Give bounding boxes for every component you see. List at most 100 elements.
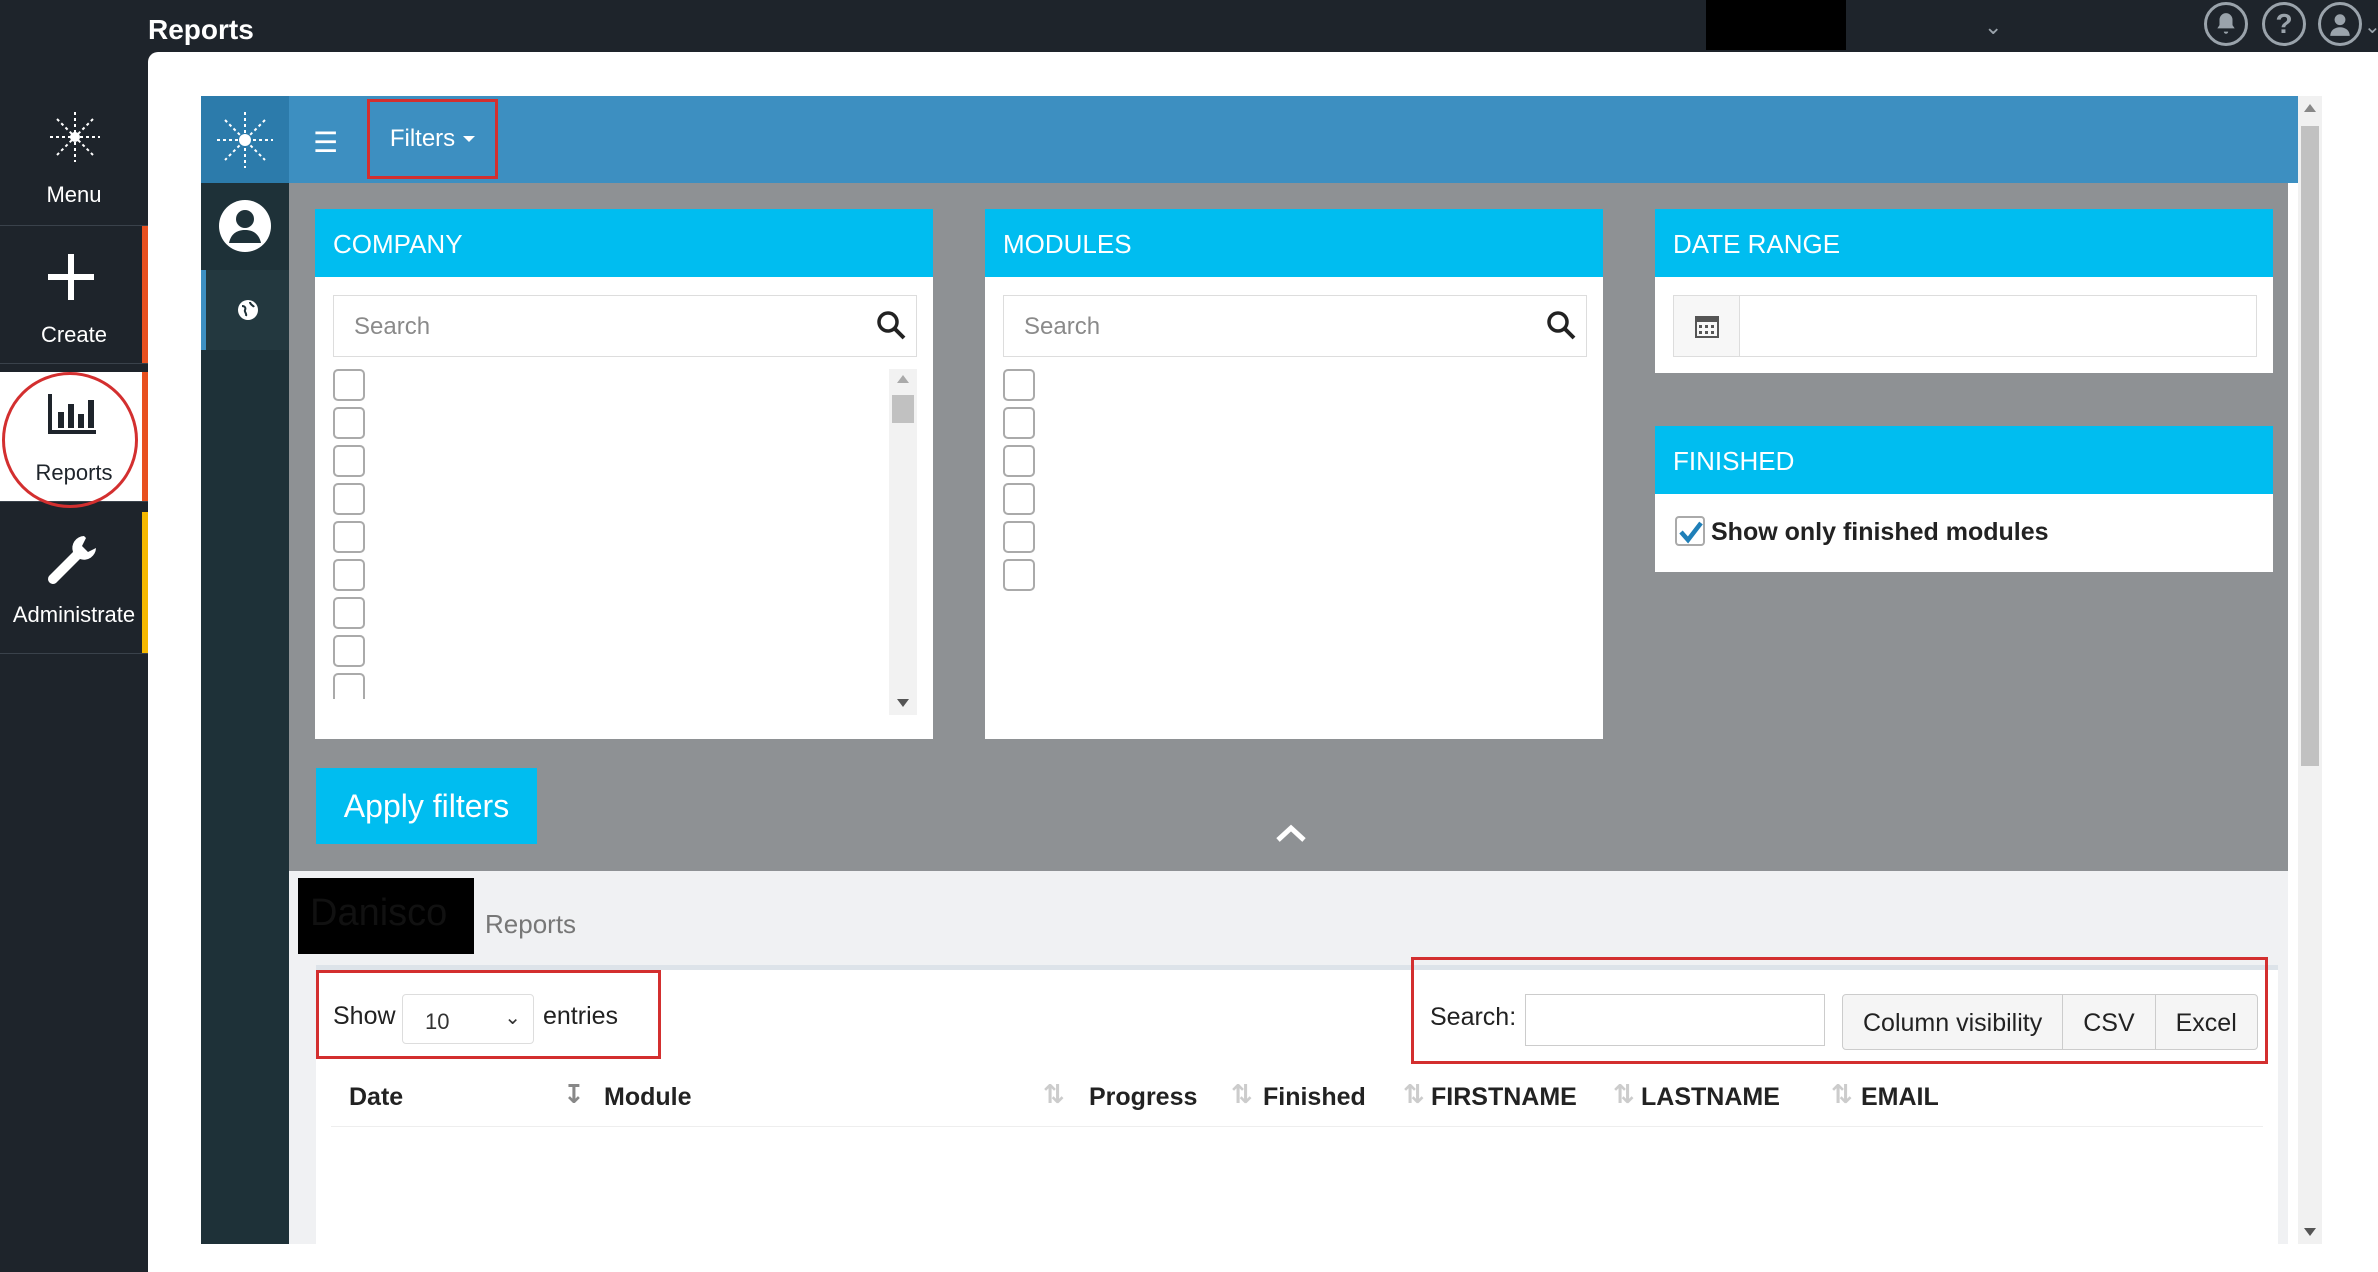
filters-label: Filters <box>389 125 456 152</box>
page-length-control: Show 10 ⌄ entries <box>316 970 661 1059</box>
scroll-up-arrow-icon[interactable] <box>897 375 909 383</box>
column-header-lastname[interactable]: LASTNAME <box>1641 1083 1780 1112</box>
highlight-circle <box>2 372 138 508</box>
page-length-value: 10 <box>425 1009 450 1034</box>
date-range-input[interactable] <box>1673 295 2257 357</box>
modules-search-input[interactable]: Search <box>1003 295 1587 357</box>
brand-logo: Danisco <box>298 878 474 954</box>
nav-label-menu: Menu <box>46 182 102 207</box>
snowflake-icon <box>48 110 102 169</box>
company-checkbox[interactable] <box>333 407 365 439</box>
export-button-group: Column visibility CSV Excel <box>1842 994 2258 1050</box>
column-visibility-button[interactable]: Column visibility <box>1843 995 2064 1049</box>
hamburger-menu-icon[interactable]: ☰ <box>313 126 338 159</box>
company-filter-card: COMPANY Search <box>315 209 933 739</box>
scroll-up-arrow-icon[interactable] <box>2304 104 2316 112</box>
scroll-thumb[interactable] <box>892 395 914 423</box>
sort-desc-icon[interactable]: ↧ <box>563 1079 585 1110</box>
company-checkbox[interactable] <box>333 445 365 477</box>
finished-filter-title: FINISHED <box>1655 426 2273 494</box>
company-list-scrollbar[interactable] <box>889 369 917 715</box>
modules-filter-card: MODULES Search <box>985 209 1603 739</box>
chevron-down-icon: ⌄ <box>504 1007 521 1029</box>
modules-filter-title: MODULES <box>985 209 1603 277</box>
sort-icon[interactable]: ⇅ <box>1613 1079 1635 1110</box>
company-checkbox[interactable] <box>333 483 365 515</box>
sort-icon[interactable]: ⇅ <box>1831 1079 1853 1110</box>
company-checkbox[interactable] <box>333 521 365 553</box>
nav-label-administrate: Administrate <box>12 602 136 627</box>
search-icon[interactable] <box>1546 310 1576 347</box>
date-range-title: DATE RANGE <box>1655 209 2273 277</box>
page-title: Reports <box>148 14 254 45</box>
table-header-row: Date ↧ Module ⇅ Progress ⇅ Finished ⇅ FI… <box>331 1065 2263 1127</box>
user-profile-icon[interactable] <box>201 191 289 261</box>
company-search-placeholder: Search <box>354 313 431 340</box>
modules-search-placeholder: Search <box>1024 313 1101 340</box>
nav-item-create[interactable]: Create <box>0 226 148 364</box>
scroll-down-arrow-icon[interactable] <box>2304 1228 2316 1236</box>
help-icon[interactable]: ? <box>2262 2 2306 46</box>
module-checkbox[interactable] <box>1003 521 1035 553</box>
nav-item-menu[interactable]: Menu <box>0 88 148 226</box>
scroll-thumb[interactable] <box>2301 126 2319 766</box>
sort-icon[interactable]: ⇅ <box>1043 1079 1065 1110</box>
filter-panel: COMPANY Search MODULES Search DATE RANGE… <box>289 183 2288 871</box>
globe-icon[interactable] <box>201 270 289 350</box>
snowflake-logo-icon[interactable] <box>201 96 289 183</box>
user-avatar-icon[interactable] <box>2318 2 2362 46</box>
chevron-down-icon[interactable]: ⌄ <box>1984 14 2002 40</box>
module-checkbox[interactable] <box>1003 559 1035 591</box>
date-range-card: DATE RANGE <box>1655 209 2273 373</box>
entries-label: entries <box>543 1002 619 1030</box>
module-checkbox[interactable] <box>1003 483 1035 515</box>
bell-icon[interactable] <box>2204 2 2248 46</box>
wrench-icon <box>44 532 100 593</box>
apply-filters-button[interactable]: Apply filters <box>316 768 537 844</box>
tenant-selector[interactable] <box>1706 0 1846 50</box>
company-search-input[interactable]: Search <box>333 295 917 357</box>
chevron-up-icon[interactable] <box>1275 823 1307 848</box>
report-frame: ☰ Filters COMPANY Search MODULES Search … <box>201 96 2298 1244</box>
company-checkbox[interactable] <box>333 597 365 629</box>
show-label: Show <box>333 1002 396 1030</box>
table-search-toolbar: Search: Column visibility CSV Excel <box>1411 957 2268 1064</box>
nav-item-administrate[interactable]: Administrate <box>0 512 148 654</box>
scroll-down-arrow-icon[interactable] <box>897 699 909 707</box>
finished-only-checkbox[interactable] <box>1675 516 1705 546</box>
csv-export-button[interactable]: CSV <box>2063 995 2156 1049</box>
caret-down-icon <box>463 136 476 142</box>
page-scrollbar[interactable] <box>2298 96 2322 1244</box>
calendar-icon[interactable] <box>1674 296 1740 356</box>
company-filter-title: COMPANY <box>315 209 933 277</box>
company-checkbox[interactable] <box>333 369 365 401</box>
chevron-down-icon[interactable]: ⌄ <box>2364 14 2378 39</box>
page-length-select[interactable]: 10 ⌄ <box>402 994 534 1044</box>
frame-side-strip <box>201 183 289 1244</box>
plus-icon <box>46 252 96 307</box>
module-checkbox[interactable] <box>1003 407 1035 439</box>
column-header-finished[interactable]: Finished <box>1263 1083 1366 1112</box>
company-checkbox[interactable] <box>333 559 365 591</box>
sort-icon[interactable]: ⇅ <box>1231 1079 1253 1110</box>
breadcrumb: Reports <box>485 909 577 939</box>
column-header-date[interactable]: Date <box>349 1083 403 1112</box>
company-checkbox[interactable] <box>333 673 365 699</box>
search-icon[interactable] <box>876 310 906 347</box>
table-search-label: Search: <box>1430 1003 1517 1031</box>
filters-dropdown-button[interactable]: Filters <box>367 99 498 179</box>
table-search-input[interactable] <box>1525 994 1825 1046</box>
column-header-email[interactable]: EMAIL <box>1861 1083 1939 1112</box>
finished-filter-card: FINISHED Show only finished modules <box>1655 426 2273 572</box>
top-bar: Reports ⌄ ? ⌄ <box>0 0 2378 52</box>
company-checkbox[interactable] <box>333 635 365 667</box>
frame-header: ☰ Filters <box>201 96 2298 183</box>
module-checkbox[interactable] <box>1003 445 1035 477</box>
column-header-firstname[interactable]: FIRSTNAME <box>1431 1083 1577 1112</box>
column-header-progress[interactable]: Progress <box>1089 1083 1197 1112</box>
excel-export-button[interactable]: Excel <box>2156 995 2257 1049</box>
module-checkbox[interactable] <box>1003 369 1035 401</box>
finished-only-label: Show only finished modules <box>1711 518 2049 546</box>
sort-icon[interactable]: ⇅ <box>1403 1079 1425 1110</box>
column-header-module[interactable]: Module <box>604 1083 692 1112</box>
